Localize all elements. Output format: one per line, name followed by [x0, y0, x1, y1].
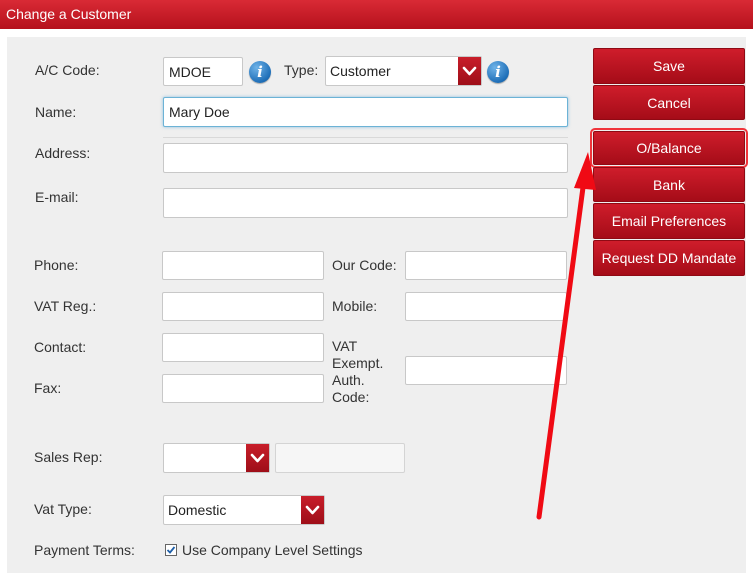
our-code-input[interactable]: [405, 251, 567, 280]
sales-rep-select[interactable]: [163, 443, 270, 473]
address-input[interactable]: [163, 143, 568, 173]
sales-rep-name-field: [275, 443, 405, 473]
company-settings-checkbox[interactable]: [165, 544, 177, 556]
name-separator: [163, 137, 568, 138]
phone-input[interactable]: [162, 251, 324, 280]
email-input[interactable]: [163, 188, 568, 218]
vat-exempt-input[interactable]: [405, 356, 567, 385]
vat-type-select-value: Domestic: [168, 502, 227, 518]
ac-code-label: A/C Code:: [35, 62, 100, 78]
chevron-down-icon[interactable]: [458, 57, 481, 85]
phone-label: Phone:: [34, 257, 79, 273]
payment-terms-label: Payment Terms:: [34, 542, 135, 558]
email-label: E-mail:: [35, 189, 79, 205]
type-select[interactable]: Customer: [325, 56, 482, 86]
vat-reg-label: VAT Reg.:: [34, 298, 97, 314]
vat-exempt-label-line-4: Code:: [332, 389, 370, 405]
sales-rep-label: Sales Rep:: [34, 449, 103, 465]
address-label: Address:: [35, 145, 91, 161]
mobile-input[interactable]: [405, 292, 567, 321]
email-preferences-button[interactable]: Email Preferences: [593, 203, 745, 239]
mobile-label: Mobile:: [332, 298, 378, 314]
contact-input[interactable]: [162, 333, 324, 362]
type-select-value: Customer: [330, 63, 391, 79]
vat-reg-input[interactable]: [162, 292, 324, 321]
bank-button[interactable]: Bank: [593, 167, 745, 202]
vat-exempt-label-line-3: Auth.: [332, 372, 365, 388]
name-input[interactable]: [163, 97, 568, 127]
info-icon[interactable]: i: [487, 61, 509, 83]
chevron-down-icon[interactable]: [246, 444, 269, 472]
company-settings-checkbox-label[interactable]: Use Company Level Settings: [182, 542, 363, 559]
ac-code-input[interactable]: [163, 57, 243, 86]
cancel-button[interactable]: Cancel: [593, 85, 745, 120]
type-label: Type:: [284, 62, 319, 78]
info-icon[interactable]: i: [249, 61, 271, 83]
fax-label: Fax:: [34, 380, 62, 396]
contact-label: Contact:: [34, 339, 87, 355]
opening-balance-button[interactable]: O/Balance: [590, 128, 748, 168]
chevron-down-icon[interactable]: [301, 496, 324, 524]
our-code-label: Our Code:: [332, 257, 397, 273]
vat-exempt-label-line-1: VAT: [332, 338, 358, 354]
window-titlebar: Change a Customer: [0, 0, 753, 29]
vat-type-select[interactable]: Domestic: [163, 495, 325, 525]
fax-input[interactable]: [162, 374, 324, 403]
save-button[interactable]: Save: [593, 48, 745, 84]
vat-exempt-label-line-2: Exempt.: [332, 355, 384, 371]
request-dd-mandate-button[interactable]: Request DD Mandate: [593, 240, 745, 276]
window-title: Change a Customer: [6, 6, 132, 22]
check-icon: [166, 546, 176, 554]
name-label: Name:: [35, 104, 77, 120]
vat-type-label: Vat Type:: [34, 501, 92, 517]
